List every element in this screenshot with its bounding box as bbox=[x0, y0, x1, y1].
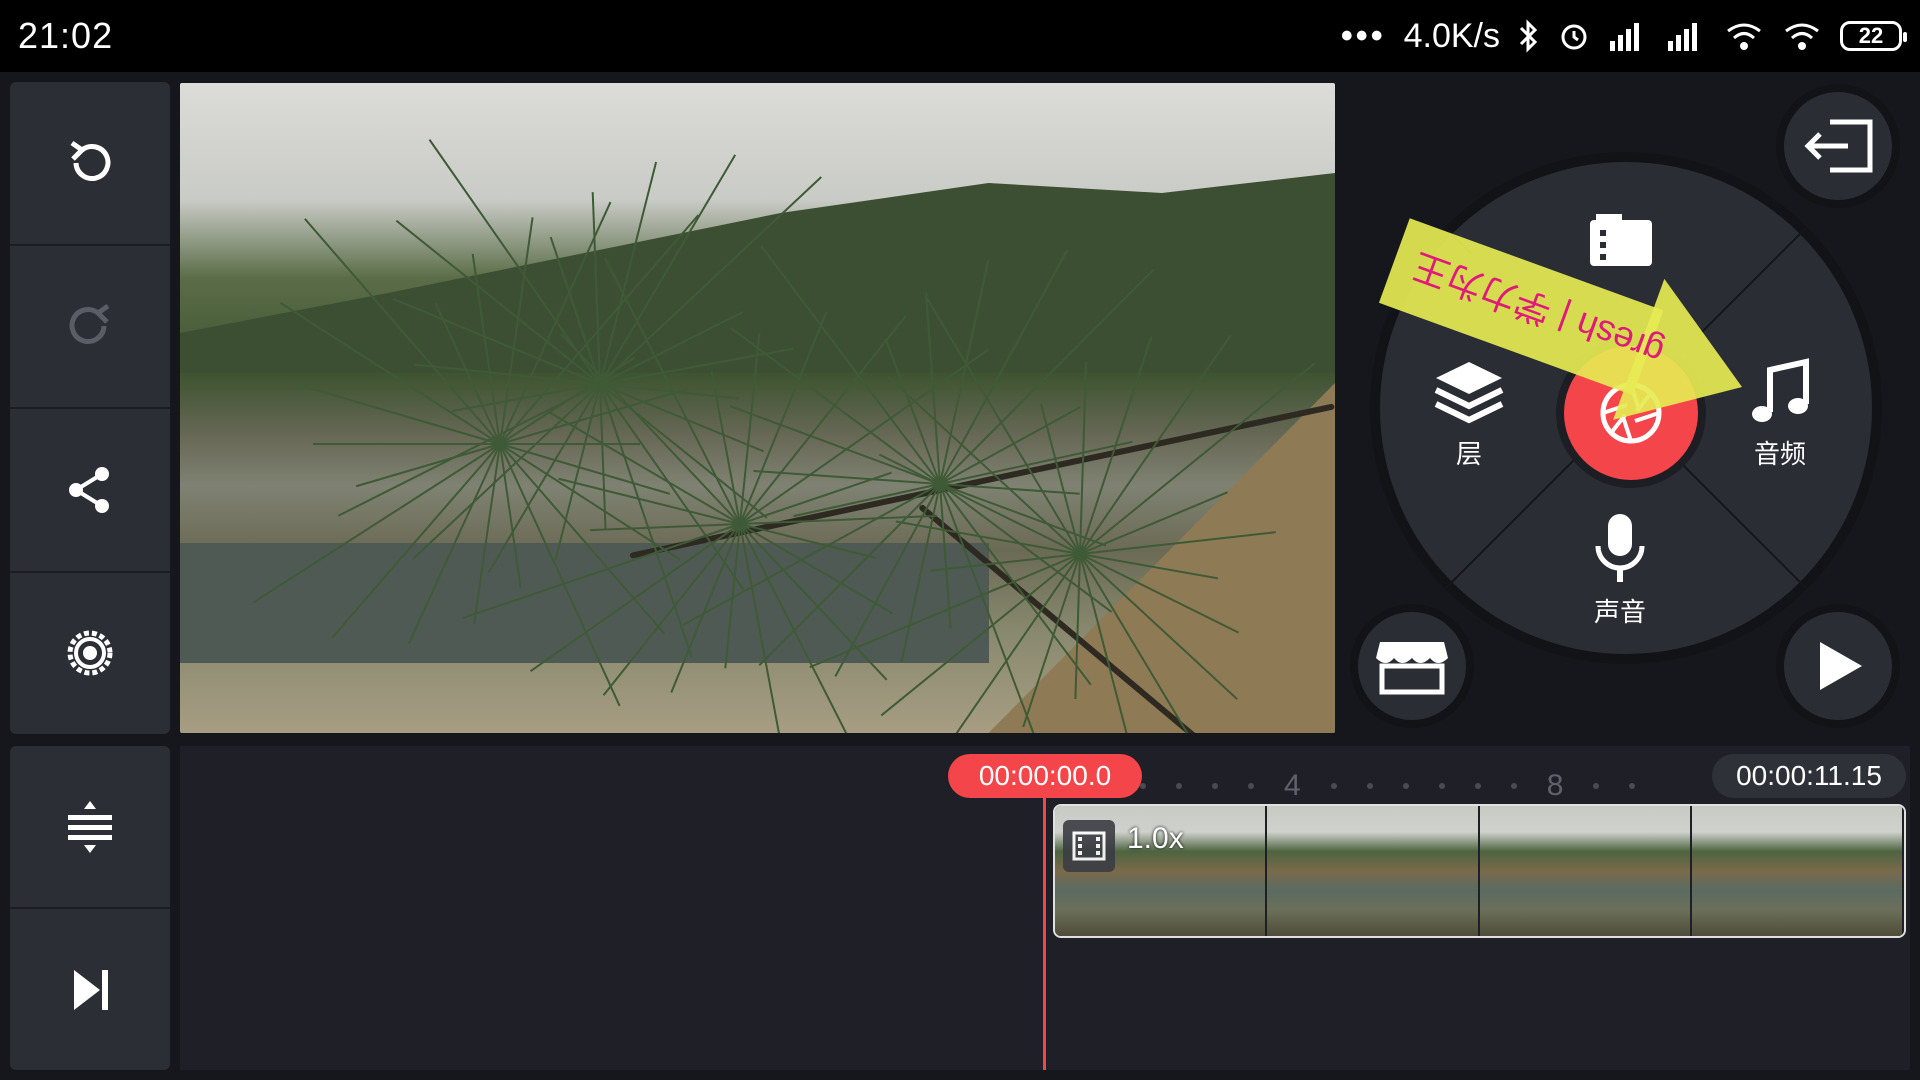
status-time: 21:02 bbox=[18, 15, 114, 56]
exit-button[interactable] bbox=[1776, 84, 1900, 208]
pine-needle bbox=[412, 383, 601, 560]
store-icon bbox=[1376, 642, 1448, 695]
expand-timeline-button[interactable] bbox=[10, 746, 170, 909]
skip-to-end-button[interactable] bbox=[10, 909, 170, 1070]
alarm-icon bbox=[1558, 20, 1590, 52]
bluetooth-icon bbox=[1518, 19, 1540, 53]
pine-needle bbox=[558, 477, 741, 525]
timeline-ruler: 4 8 bbox=[1140, 766, 1636, 806]
voice-button[interactable]: 声音 bbox=[1590, 512, 1650, 629]
share-button[interactable] bbox=[10, 409, 170, 573]
clip-thumbnail bbox=[1691, 806, 1904, 936]
timeline-toolbar bbox=[10, 746, 170, 1070]
layer-label: 层 bbox=[1455, 439, 1482, 469]
pine-needle bbox=[1040, 403, 1081, 555]
redo-icon bbox=[69, 304, 110, 345]
pine-needle bbox=[793, 483, 941, 518]
expand-timeline-icon bbox=[68, 800, 112, 853]
wifi-icon bbox=[1782, 21, 1822, 51]
tick-label: 8 bbox=[1546, 769, 1564, 802]
left-toolbar bbox=[10, 82, 170, 734]
exit-icon bbox=[1804, 119, 1873, 173]
signal-hd-icon bbox=[1666, 21, 1706, 51]
pine-needle bbox=[284, 379, 501, 445]
status-bar: 21:02 ••• 4.0K/s 22 bbox=[0, 0, 1920, 72]
timeline[interactable]: 4 8 00:00:00.0 00:00:11.15 1.0x bbox=[180, 746, 1910, 1070]
current-time: 00:00:00.0 bbox=[948, 754, 1142, 798]
settings-button[interactable] bbox=[10, 573, 170, 735]
film-icon bbox=[1072, 831, 1106, 861]
play-icon bbox=[1820, 642, 1862, 690]
preview-lake bbox=[180, 543, 989, 663]
more-dots: ••• bbox=[1340, 16, 1386, 55]
pine-needle bbox=[599, 383, 768, 519]
gear-icon bbox=[67, 630, 113, 676]
network-speed: 4.0K/s bbox=[1403, 16, 1500, 55]
battery-icon: 22 bbox=[1840, 21, 1907, 51]
end-time: 00:00:11.15 bbox=[1712, 754, 1906, 798]
play-button[interactable] bbox=[1776, 604, 1900, 728]
playhead[interactable] bbox=[1043, 796, 1046, 1070]
clip-type-badge bbox=[1063, 820, 1115, 872]
video-clip[interactable]: 1.0x bbox=[1053, 804, 1906, 938]
redo-button[interactable] bbox=[10, 246, 170, 409]
video-preview[interactable] bbox=[180, 83, 1335, 733]
clip-thumbnail bbox=[1267, 806, 1480, 936]
asset-store-button[interactable] bbox=[1350, 604, 1474, 728]
microphone-icon bbox=[1595, 514, 1645, 582]
audio-button[interactable]: 音频 bbox=[1748, 358, 1812, 471]
wifi-call-icon bbox=[1724, 21, 1764, 51]
undo-button[interactable] bbox=[10, 82, 170, 246]
share-icon bbox=[69, 466, 109, 513]
skip-to-end-icon bbox=[74, 969, 108, 1010]
pine-needle bbox=[313, 443, 500, 445]
tick-label: 4 bbox=[1284, 769, 1301, 802]
clip-thumbnail bbox=[1479, 806, 1692, 936]
undo-icon bbox=[70, 140, 111, 181]
audio-label: 音频 bbox=[1753, 439, 1806, 469]
voice-label: 声音 bbox=[1593, 597, 1646, 627]
signal-icon bbox=[1608, 21, 1648, 51]
pine-needle bbox=[500, 443, 640, 445]
battery-level: 22 bbox=[1858, 23, 1884, 48]
clip-speed: 1.0x bbox=[1127, 822, 1184, 855]
